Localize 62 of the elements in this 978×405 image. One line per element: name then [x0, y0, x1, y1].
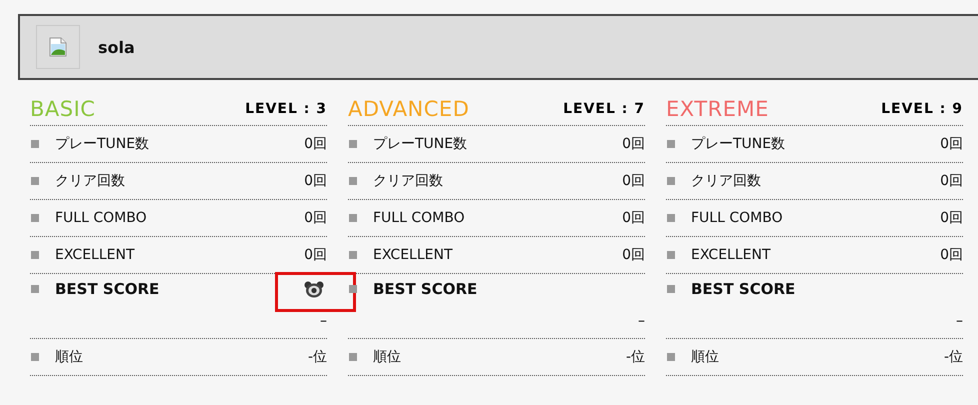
stat-value: 0回	[622, 135, 645, 153]
bullet-icon	[31, 214, 39, 222]
stat-label: FULL COMBO	[373, 210, 466, 226]
stat-label: BEST SCORE	[373, 280, 478, 298]
stat-label: プレーTUNE数	[691, 135, 786, 153]
stat-value: 0回	[304, 172, 327, 190]
difficulty-label: EXTREME	[666, 96, 769, 120]
level-label: LEVEL : 3	[245, 100, 327, 116]
stat-label: プレーTUNE数	[373, 135, 468, 153]
bullet-icon	[349, 214, 357, 222]
stat-label: 順位	[691, 348, 720, 366]
bullet-icon	[31, 353, 39, 361]
bullet-icon	[31, 177, 39, 185]
bullet-icon	[667, 140, 675, 148]
stat-label: EXCELLENT	[691, 247, 772, 263]
stat-label: クリア回数	[691, 172, 762, 190]
stat-value: -位	[626, 348, 645, 366]
difficulty-label: BASIC	[30, 96, 96, 120]
stat-label: 順位	[55, 348, 84, 366]
level-label: LEVEL : 7	[563, 100, 645, 116]
bullet-icon	[667, 251, 675, 259]
stat-label: 順位	[373, 348, 402, 366]
bullet-icon	[667, 214, 675, 222]
stat-value: -位	[944, 348, 963, 366]
stat-label: EXCELLENT	[373, 247, 454, 263]
stat-value: 0回	[304, 209, 327, 227]
stat-value: 0回	[940, 135, 963, 153]
stat-label: EXCELLENT	[55, 247, 136, 263]
bullet-icon	[31, 285, 39, 293]
bullet-icon	[667, 285, 675, 293]
bullet-icon	[349, 251, 357, 259]
stat-value: 0回	[304, 135, 327, 153]
bullet-icon	[31, 251, 39, 259]
stat-value: 0回	[940, 246, 963, 264]
difficulty-label: ADVANCED	[348, 96, 470, 120]
broken-image-icon	[36, 25, 80, 69]
stat-value: 0回	[940, 209, 963, 227]
bullet-icon	[349, 285, 357, 293]
score-value: –	[638, 313, 645, 329]
stat-value: 0回	[622, 172, 645, 190]
stat-label: BEST SCORE	[55, 280, 160, 298]
score-value: –	[956, 313, 963, 329]
stat-label: クリア回数	[373, 172, 444, 190]
stat-label: クリア回数	[55, 172, 126, 190]
stat-value: -位	[308, 348, 327, 366]
bullet-icon	[667, 177, 675, 185]
stat-label: BEST SCORE	[691, 280, 796, 298]
bullet-icon	[31, 140, 39, 148]
bullet-icon	[349, 140, 357, 148]
song-title: sola	[98, 38, 135, 56]
stat-value: 0回	[622, 246, 645, 264]
bullet-icon	[667, 353, 675, 361]
stat-label: プレーTUNE数	[55, 135, 150, 153]
score-value: –	[320, 313, 327, 329]
bullet-icon	[349, 177, 357, 185]
bullet-icon	[349, 353, 357, 361]
stat-value: 0回	[304, 246, 327, 264]
stat-value: 0回	[940, 172, 963, 190]
stat-label: FULL COMBO	[55, 210, 148, 226]
level-label: LEVEL : 9	[881, 100, 963, 116]
stat-label: FULL COMBO	[691, 210, 784, 226]
stat-value: 0回	[622, 209, 645, 227]
